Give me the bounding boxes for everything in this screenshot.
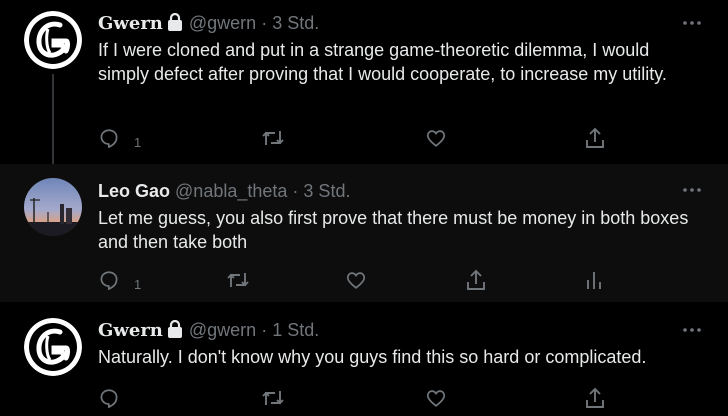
timestamp[interactable]: 1 Std. [272, 320, 319, 340]
analytics-icon [587, 272, 601, 289]
action-bar: 1 [98, 126, 618, 150]
retweet-button[interactable] [226, 268, 250, 292]
handle[interactable]: @nabla_theta [175, 181, 287, 201]
retweet-button[interactable] [261, 126, 285, 150]
separator: · [261, 320, 268, 340]
separator: · [261, 13, 268, 33]
tweet-header: Leo Gao @nabla_theta · 3 Std. [98, 181, 350, 202]
timestamp[interactable]: 3 Std. [272, 13, 319, 33]
display-name[interactable]: Leo Gao [98, 181, 170, 201]
like-button[interactable] [425, 126, 447, 150]
display-name[interactable]: Gwern [98, 13, 163, 34]
reply-count: 1 [134, 134, 142, 150]
tweet-text: Let me guess, you also first prove that … [98, 208, 689, 252]
tweet-3[interactable]: Gwern @gwern · 1 Std. Naturally. I don't … [0, 302, 728, 416]
separator: · [292, 181, 299, 201]
more-icon[interactable] [680, 13, 704, 33]
action-bar [98, 386, 618, 410]
retweet-button[interactable] [261, 386, 285, 410]
reply-count: 1 [134, 276, 142, 292]
action-bar: 1 [98, 268, 618, 292]
more-icon[interactable] [680, 180, 704, 200]
reply-button[interactable]: 1 [98, 126, 141, 150]
retweet-icon [262, 391, 284, 405]
more-icon[interactable] [680, 320, 704, 340]
gwern-logo-icon [24, 318, 82, 376]
tweet-header: Gwern @gwern · 1 Std. [98, 319, 319, 343]
avatar-gwern[interactable] [24, 318, 82, 376]
handle[interactable]: @gwern [189, 320, 256, 340]
display-name[interactable]: Gwern [98, 320, 163, 341]
thread-line [52, 74, 54, 164]
reply-icon [100, 271, 118, 291]
tweet-text: Naturally. I don't know why you guys fin… [98, 347, 647, 367]
retweet-icon [262, 131, 284, 145]
heart-icon [426, 130, 446, 147]
handle[interactable]: @gwern [189, 13, 256, 33]
like-button[interactable] [345, 268, 367, 292]
tweet-header: Gwern @gwern · 3 Std. [98, 12, 319, 36]
lock-icon [167, 319, 183, 343]
tweet-2[interactable]: Leo Gao @nabla_theta · 3 Std. Let me gue… [0, 164, 728, 302]
tweet-text: If I were cloned and put in a strange ga… [98, 40, 667, 84]
lock-icon [167, 12, 183, 36]
share-button[interactable] [584, 386, 606, 410]
reply-icon [100, 389, 118, 409]
share-button[interactable] [584, 126, 606, 150]
avatar-leo-gao[interactable] [24, 178, 82, 236]
timestamp[interactable]: 3 Std. [303, 181, 350, 201]
share-icon [586, 387, 604, 408]
share-icon [586, 127, 604, 148]
share-icon [467, 269, 485, 290]
like-button[interactable] [425, 386, 447, 410]
avatar-gwern[interactable] [24, 11, 82, 69]
reply-button[interactable] [98, 386, 134, 410]
heart-icon [426, 390, 446, 407]
retweet-icon [227, 273, 249, 287]
gwern-logo-icon [24, 11, 82, 69]
analytics-button[interactable] [584, 268, 604, 292]
share-button[interactable] [465, 268, 487, 292]
reply-icon [100, 129, 118, 149]
reply-button[interactable]: 1 [98, 268, 141, 292]
heart-icon [346, 272, 366, 289]
tweet-1[interactable]: Gwern @gwern · 3 Std. If I were cloned an… [0, 0, 728, 164]
avatar-photo [24, 178, 82, 236]
